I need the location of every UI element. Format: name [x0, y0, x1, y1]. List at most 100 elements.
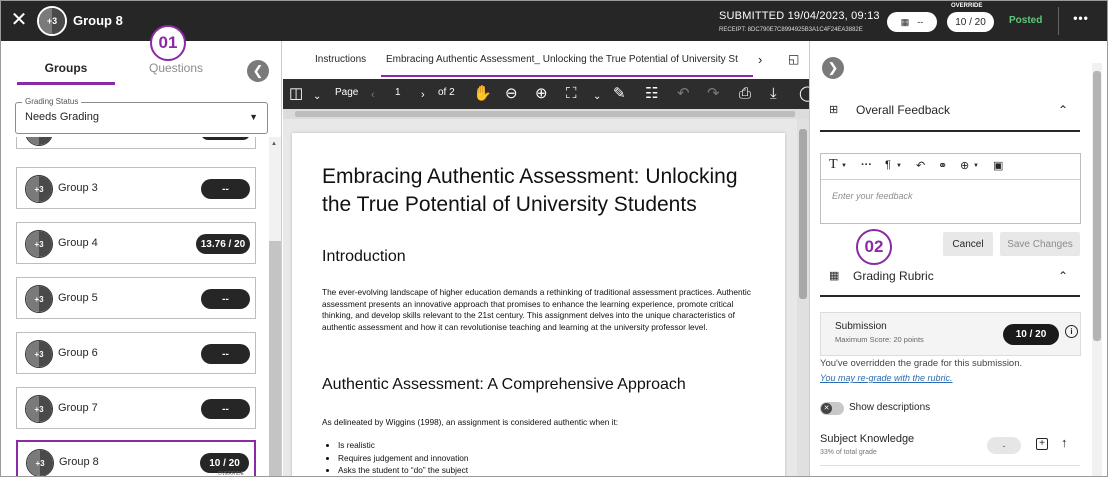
group-name: Group 3: [58, 182, 98, 194]
text-style-icon[interactable]: T: [829, 157, 838, 173]
horizontal-scroll-thumb[interactable]: [295, 111, 795, 117]
overall-feedback-title: Overall Feedback: [856, 103, 951, 117]
more-options-icon[interactable]: •••: [1067, 11, 1095, 31]
grading-status-value: Needs Grading: [25, 111, 99, 123]
avatar-count: +3: [34, 184, 44, 194]
group-score: 10 / 20: [200, 453, 249, 473]
close-icon[interactable]: ✕: [9, 10, 29, 30]
submitted-date: SUBMITTED 19/04/2023, 09:13: [719, 10, 880, 22]
chevron-down-icon[interactable]: ▼: [973, 163, 979, 169]
group-name: Group 7: [58, 402, 98, 414]
pan-hand-icon[interactable]: ✋: [473, 85, 492, 102]
group-avatar: +3: [37, 6, 67, 36]
list-item[interactable]: +3 Group 6 --: [16, 332, 256, 374]
grading-window: ✕ +3 Group 8 SUBMITTED 19/04/2023, 09:13…: [0, 0, 1108, 477]
receipt-id: RECEIPT: 8DC790E7C8994925B3A1C4F24EA3882…: [719, 27, 863, 33]
list-item-selected[interactable]: +3 Group 8 10 / 20 OVERRIDE: [16, 440, 256, 477]
regrade-link[interactable]: You may re-grade with the rubric.: [820, 373, 953, 383]
chevron-up-icon[interactable]: ⌃: [1058, 103, 1068, 117]
tab-document[interactable]: Embracing Authentic Assessment_ Unlockin…: [386, 54, 751, 65]
list-item[interactable]: [16, 137, 256, 149]
submission-label: Submission: [835, 321, 887, 332]
override-label: OVERRIDE: [951, 3, 983, 9]
scroll-up-arrow-icon[interactable]: ▲: [271, 141, 277, 147]
document-scroll-thumb[interactable]: [799, 129, 807, 299]
list-item[interactable]: +3 Group 3 --: [16, 167, 256, 209]
submission-score-input[interactable]: 10 / 20: [1003, 324, 1059, 345]
page-total: of 2: [438, 87, 455, 98]
show-descriptions-toggle[interactable]: ✕: [820, 402, 844, 415]
group-avatar: +3: [25, 230, 53, 258]
rubric-grade-value: --: [917, 17, 924, 27]
group-name: Group 6: [58, 347, 98, 359]
download-icon[interactable]: ⤓: [770, 85, 777, 102]
chevron-down-icon[interactable]: ▼: [841, 163, 847, 169]
chevron-down-icon[interactable]: ⌄: [593, 88, 601, 105]
link-icon[interactable]: ⚭: [938, 159, 947, 172]
feedback-input[interactable]: Enter your feedback: [832, 191, 913, 201]
collapse-right-chevron-icon[interactable]: ❯: [822, 57, 844, 79]
sidebar-toggle-icon[interactable]: ◫: [289, 85, 303, 102]
list-item[interactable]: +3 Group 5 --: [16, 277, 256, 319]
show-descriptions-label: Show descriptions: [849, 402, 931, 413]
avatar-count: +3: [46, 16, 58, 26]
pdf-toolbar: ◫ ⌄ Page ‹ 1 › of 2 ✋ ⊖ ⊕ ⛶ ⌄ ✎ ☷ ↶ ↷ ⎙ …: [283, 79, 809, 109]
previous-page-icon[interactable]: ‹: [371, 87, 375, 104]
tab-instructions[interactable]: Instructions: [315, 54, 366, 65]
override-message: You've overridden the grade for this sub…: [820, 358, 1023, 369]
callout-01: 01: [150, 25, 186, 61]
annotate-icon[interactable]: ✎: [613, 85, 626, 102]
list-item: Asks the student to “do” the subject: [338, 464, 469, 476]
save-document-icon[interactable]: ◱: [788, 52, 799, 66]
pdf-page: Embracing Authentic Assessment: Unlockin…: [292, 133, 785, 476]
zoom-in-icon[interactable]: ⊕: [535, 85, 548, 102]
divider: [820, 295, 1080, 297]
chevron-right-icon[interactable]: ›: [758, 52, 762, 67]
more-tools-icon[interactable]: ◯: [799, 85, 809, 102]
feedback-scroll-thumb[interactable]: [1093, 71, 1101, 341]
tab-questions[interactable]: Questions: [127, 61, 225, 75]
page-label: Page: [335, 87, 359, 98]
group-list-scroll-thumb[interactable]: [269, 241, 281, 476]
criterion-weight: 33% of total grade: [820, 449, 877, 456]
cancel-button[interactable]: Cancel: [943, 232, 993, 256]
insert-icon[interactable]: ⊕: [960, 159, 969, 172]
undo-icon[interactable]: ↶: [916, 159, 925, 172]
info-icon[interactable]: i: [1065, 325, 1078, 338]
active-tab-indicator: [381, 75, 753, 77]
page-title: Group 8: [73, 13, 123, 28]
avatar-count: +3: [34, 239, 44, 249]
record-video-icon[interactable]: ▣: [993, 159, 1003, 172]
chevron-down-icon[interactable]: ⌄: [313, 88, 321, 105]
criterion-score[interactable]: -: [987, 437, 1021, 454]
add-feedback-icon[interactable]: +: [1036, 438, 1048, 450]
page-number-input[interactable]: 1: [395, 87, 401, 98]
posted-status: Posted: [1009, 15, 1043, 26]
chevron-down-icon[interactable]: ▼: [896, 163, 902, 169]
paragraph-icon[interactable]: ¶: [885, 159, 891, 171]
save-changes-button[interactable]: Save Changes: [1000, 232, 1080, 256]
list-item[interactable]: +3 Group 4 13.76 / 20: [16, 222, 256, 264]
editor-toolbar: T ▼ ··· ¶ ▼ ↶ ⚭ ⊕ ▼ ▣: [821, 154, 1080, 180]
override-label: OVERRIDE: [217, 471, 244, 477]
zoom-out-icon[interactable]: ⊖: [505, 85, 518, 102]
comment-icon[interactable]: ☷: [645, 85, 658, 102]
undo-icon[interactable]: ↶: [677, 85, 690, 102]
document-title: Embracing Authentic Assessment: Unlockin…: [322, 165, 738, 216]
list-item[interactable]: +3 Group 7 --: [16, 387, 256, 429]
collapse-left-chevron-icon[interactable]: ❮: [247, 60, 269, 82]
more-formatting-icon[interactable]: ···: [861, 159, 872, 171]
max-score: Maximum Score: 20 points: [835, 335, 924, 344]
print-icon[interactable]: ⎙: [739, 85, 751, 102]
grading-status-select[interactable]: Grading Status Needs Grading ▼: [15, 97, 268, 134]
tab-groups[interactable]: Groups: [17, 61, 115, 85]
group-score: --: [201, 289, 250, 309]
next-page-icon[interactable]: ›: [421, 87, 425, 104]
fit-page-icon[interactable]: ⛶: [566, 85, 577, 102]
rubric-grade-pill[interactable]: ▦ --: [887, 12, 937, 32]
overall-grade-input[interactable]: 10 / 20: [947, 12, 994, 32]
redo-icon[interactable]: ↷: [707, 85, 720, 102]
arrow-up-icon[interactable]: ↑: [1061, 435, 1068, 450]
group-avatar: +3: [26, 449, 54, 476]
chevron-up-icon[interactable]: ⌃: [1058, 269, 1068, 283]
